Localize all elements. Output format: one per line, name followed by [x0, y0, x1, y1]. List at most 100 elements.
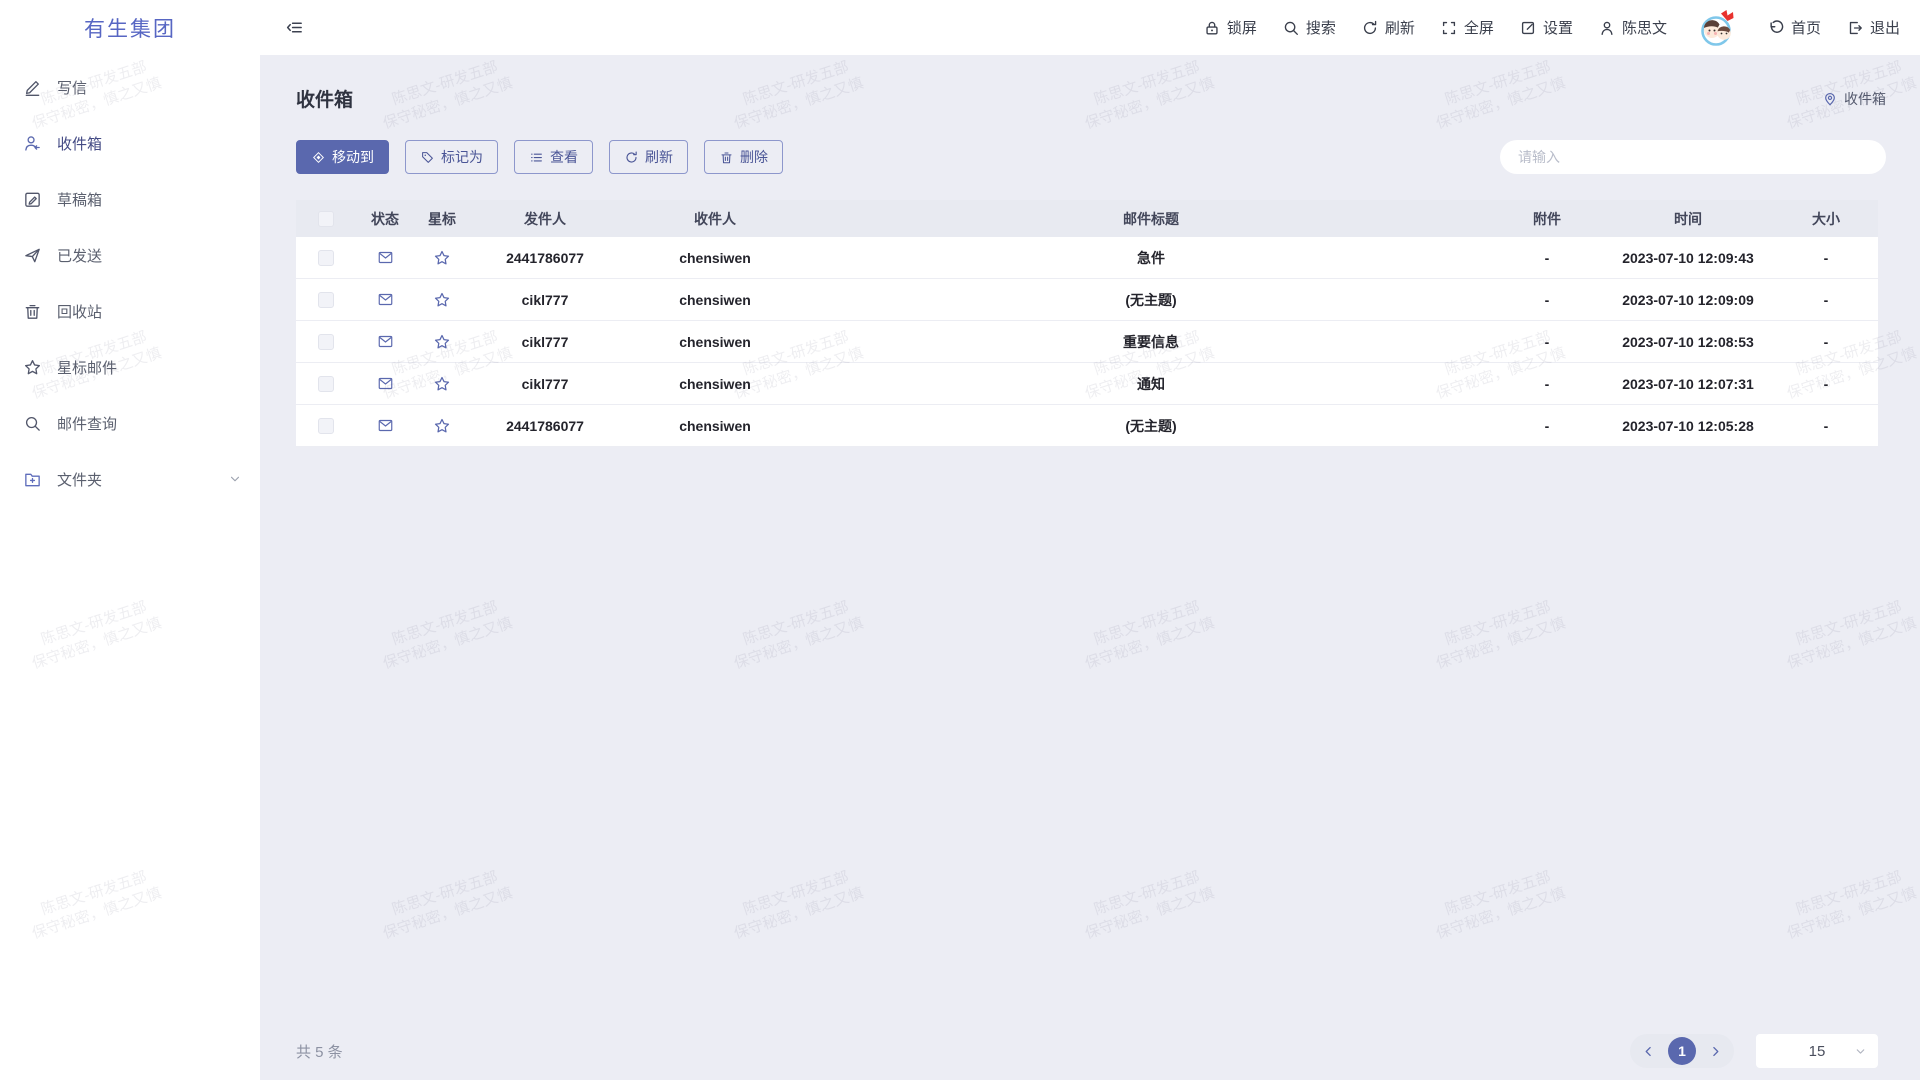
- row-checkbox[interactable]: [318, 418, 334, 434]
- mail-row[interactable]: 2441786077 chensiwen (无主题) - 2023-07-10 …: [296, 405, 1878, 447]
- mail-toolbar: 移动到 标记为 查看 刷新: [296, 140, 783, 174]
- mail-row[interactable]: 2441786077 chensiwen 急件 - 2023-07-10 12:…: [296, 237, 1878, 279]
- refresh-icon: [1361, 19, 1379, 37]
- fullscreen-label: 全屏: [1464, 17, 1494, 38]
- user-avatar[interactable]: [1694, 5, 1740, 51]
- mail-subject: (无主题): [810, 416, 1492, 436]
- home-button[interactable]: 首页: [1767, 17, 1821, 38]
- collapse-sidebar-icon[interactable]: [285, 18, 304, 37]
- mail-size: -: [1774, 250, 1878, 266]
- select-all-checkbox[interactable]: [318, 211, 334, 227]
- refresh-list-button[interactable]: 刷新: [609, 140, 688, 174]
- header-size: 大小: [1774, 209, 1878, 229]
- mail-recipient: chensiwen: [620, 292, 810, 308]
- breadcrumb: 收件箱: [1822, 89, 1886, 109]
- page-size-select[interactable]: 15: [1756, 1034, 1878, 1068]
- star-icon[interactable]: [433, 333, 451, 351]
- header-recipient: 收件人: [620, 209, 810, 229]
- star-icon[interactable]: [433, 417, 451, 435]
- logout-label: 退出: [1870, 17, 1900, 38]
- sidebar-item-compose[interactable]: 写信: [0, 59, 260, 115]
- sidebar-item-inbox[interactable]: 收件箱: [0, 115, 260, 171]
- next-page-button[interactable]: [1709, 1045, 1722, 1058]
- header-attachment: 附件: [1492, 209, 1602, 229]
- star-icon[interactable]: [433, 249, 451, 267]
- mail-row[interactable]: cikl777 chensiwen 重要信息 - 2023-07-10 12:0…: [296, 321, 1878, 363]
- global-search-button[interactable]: 搜索: [1282, 17, 1336, 38]
- row-checkbox[interactable]: [318, 292, 334, 308]
- move-to-label: 移动到: [332, 147, 374, 167]
- row-checkbox[interactable]: [318, 250, 334, 266]
- mail-recipient: chensiwen: [620, 250, 810, 266]
- mail-app: 有生集团 写信 收件箱 草稿箱 已发送 回收站 星标邮件 邮件查询 文件夹: [0, 0, 1920, 1080]
- mail-attachment: -: [1492, 250, 1602, 266]
- fullscreen-button[interactable]: 全屏: [1440, 17, 1494, 38]
- move-icon: [311, 150, 326, 165]
- refresh-button[interactable]: 刷新: [1361, 17, 1415, 38]
- mail-attachment: -: [1492, 418, 1602, 434]
- mail-row[interactable]: cikl777 chensiwen (无主题) - 2023-07-10 12:…: [296, 279, 1878, 321]
- prev-page-button[interactable]: [1642, 1045, 1655, 1058]
- mail-subject: 通知: [810, 374, 1492, 394]
- trash-icon: [719, 150, 734, 165]
- settings-icon: [1519, 19, 1537, 37]
- row-checkbox[interactable]: [318, 334, 334, 350]
- trash-icon: [22, 301, 42, 321]
- settings-button[interactable]: 设置: [1519, 17, 1573, 38]
- mail-time: 2023-07-10 12:09:09: [1602, 292, 1774, 308]
- user-icon: [1598, 19, 1616, 37]
- envelope-icon: [377, 292, 394, 307]
- star-icon[interactable]: [433, 375, 451, 393]
- page-number-button[interactable]: 1: [1668, 1037, 1696, 1065]
- user-menu[interactable]: 陈思文: [1598, 17, 1667, 38]
- home-label: 首页: [1791, 17, 1821, 38]
- mark-as-label: 标记为: [441, 147, 483, 167]
- logout-button[interactable]: 退出: [1846, 17, 1900, 38]
- sidebar-item-starred[interactable]: 星标邮件: [0, 339, 260, 395]
- inbox-user-icon: [22, 133, 42, 153]
- mail-row[interactable]: cikl777 chensiwen 通知 - 2023-07-10 12:07:…: [296, 363, 1878, 405]
- star-icon[interactable]: [433, 291, 451, 309]
- home-undo-icon: [1767, 19, 1785, 37]
- search-icon: [22, 413, 42, 433]
- view-label: 查看: [550, 147, 578, 167]
- refresh-list-label: 刷新: [645, 147, 673, 167]
- mail-size: -: [1774, 292, 1878, 308]
- sidebar-item-label: 已发送: [57, 245, 102, 266]
- location-pin-icon: [1822, 91, 1838, 107]
- mail-recipient: chensiwen: [620, 334, 810, 350]
- view-button[interactable]: 查看: [514, 140, 593, 174]
- sidebar: 有生集团 写信 收件箱 草稿箱 已发送 回收站 星标邮件 邮件查询 文件夹: [0, 0, 260, 1080]
- mail-subject: 重要信息: [810, 332, 1492, 352]
- header-sender: 发件人: [470, 209, 620, 229]
- sidebar-item-label: 邮件查询: [57, 413, 117, 434]
- header-star: 星标: [414, 209, 470, 229]
- filter-search-input[interactable]: [1500, 140, 1886, 174]
- mark-as-button[interactable]: 标记为: [405, 140, 498, 174]
- global-search-label: 搜索: [1306, 17, 1336, 38]
- table-header: 状态 星标 发件人 收件人 邮件标题 附件 时间 大小: [296, 200, 1878, 237]
- mail-subject: 急件: [810, 248, 1492, 268]
- move-to-button[interactable]: 移动到: [296, 140, 389, 174]
- settings-label: 设置: [1543, 17, 1573, 38]
- sidebar-item-mail-search[interactable]: 邮件查询: [0, 395, 260, 451]
- delete-label: 删除: [740, 147, 768, 167]
- sidebar-item-sent[interactable]: 已发送: [0, 227, 260, 283]
- sidebar-item-folders[interactable]: 文件夹: [0, 451, 260, 507]
- mail-sender: cikl777: [470, 376, 620, 392]
- mail-sender: cikl777: [470, 334, 620, 350]
- mail-recipient: chensiwen: [620, 376, 810, 392]
- row-checkbox[interactable]: [318, 376, 334, 392]
- total-count: 共 5 条: [296, 1041, 343, 1062]
- delete-button[interactable]: 删除: [704, 140, 783, 174]
- mail-sender: 2441786077: [470, 418, 620, 434]
- list-icon: [529, 150, 544, 165]
- paper-plane-icon: [22, 245, 42, 265]
- sidebar-item-drafts[interactable]: 草稿箱: [0, 171, 260, 227]
- list-footer: 共 5 条 1 15: [296, 1034, 1878, 1068]
- lock-screen-button[interactable]: 锁屏: [1203, 17, 1257, 38]
- mail-size: -: [1774, 334, 1878, 350]
- sidebar-item-label: 回收站: [57, 301, 102, 322]
- sidebar-item-trash[interactable]: 回收站: [0, 283, 260, 339]
- envelope-icon: [377, 334, 394, 349]
